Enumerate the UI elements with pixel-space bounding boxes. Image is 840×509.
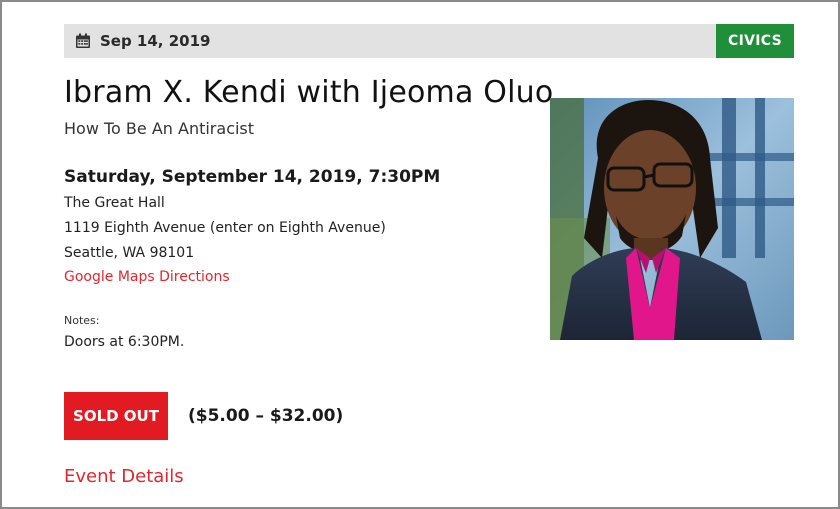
calendar-icon (76, 33, 90, 48)
event-datetime: Saturday, September 14, 2019, 7:30PM (64, 167, 441, 187)
venue-name: The Great Hall (64, 195, 165, 211)
google-maps-directions-link[interactable]: Google Maps Directions (64, 269, 230, 285)
speaker-portrait-image (550, 98, 794, 340)
price-range: ($5.00 – $32.00) (188, 406, 344, 426)
event-card: Sep 14, 2019 CIVICS Ibram X. Kendi with … (0, 0, 840, 509)
event-subtitle: How To Be An Antiracist (64, 119, 255, 138)
sold-out-button[interactable]: SOLD OUT (64, 392, 168, 440)
category-badge[interactable]: CIVICS (716, 24, 794, 58)
event-date: Sep 14, 2019 (100, 32, 211, 50)
speaker-photo (550, 98, 794, 340)
venue-address-line2: Seattle, WA 98101 (64, 245, 195, 261)
event-details-link[interactable]: Event Details (64, 466, 184, 487)
date-bar: Sep 14, 2019 CIVICS (64, 24, 794, 58)
event-title: Ibram X. Kendi with Ijeoma Oluo (64, 75, 554, 110)
notes-text: Doors at 6:30PM. (64, 334, 185, 350)
venue-address-line1: 1119 Eighth Avenue (enter on Eighth Aven… (64, 220, 386, 236)
notes-label: Notes: (64, 314, 100, 327)
